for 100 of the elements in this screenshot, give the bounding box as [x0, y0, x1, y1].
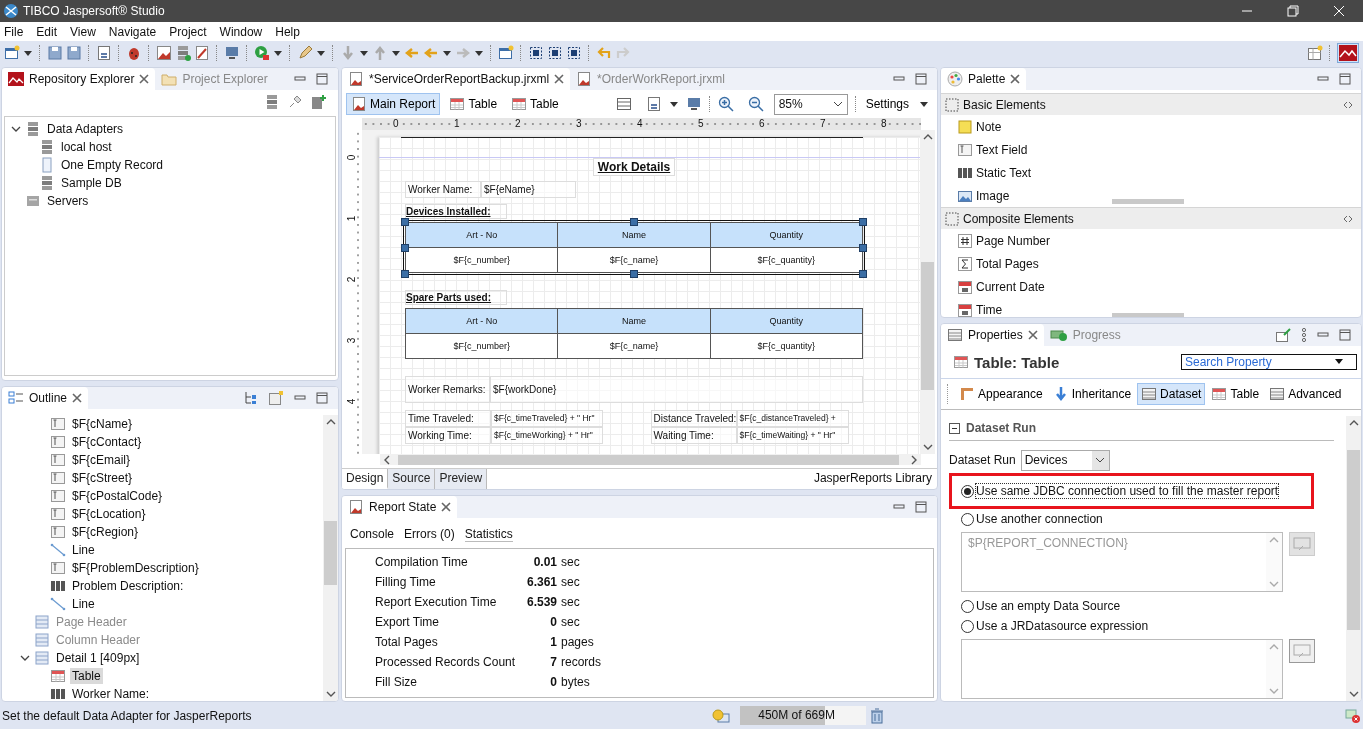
search-field[interactable]: Search Property: [1181, 354, 1357, 370]
monitor-icon[interactable]: [685, 96, 702, 112]
tree-item[interactable]: Data Adapters: [45, 121, 126, 137]
scroll-thumb[interactable]: [921, 262, 934, 390]
palette-item[interactable]: Static Text: [941, 161, 1361, 184]
text-field[interactable]: $F{c_distanceTraveled} +: [736, 410, 849, 427]
scroll-thumb[interactable]: [324, 521, 337, 585]
chevron-down-icon[interactable]: [832, 100, 843, 108]
error-log-icon[interactable]: [1345, 707, 1361, 724]
server-add-icon[interactable]: [310, 94, 326, 110]
outline-item[interactable]: Table: [70, 668, 103, 684]
section-tab[interactable]: Table: [1207, 383, 1264, 405]
static-text[interactable]: Working Time:: [405, 427, 491, 444]
section-heading[interactable]: Spare Parts used:: [405, 290, 507, 305]
menu-item[interactable]: View: [70, 24, 96, 39]
close-icon[interactable]: [554, 74, 565, 84]
section-heading[interactable]: Devices Installed:: [405, 204, 507, 219]
scroll-right-icon[interactable]: [909, 454, 919, 465]
outline-item[interactable]: $F{cName}: [70, 416, 135, 432]
editor-mode-tab[interactable]: Design: [342, 469, 389, 489]
close-icon[interactable]: [1010, 74, 1021, 84]
tree-view-icon[interactable]: [244, 391, 258, 405]
palette-group-header[interactable]: Basic Elements: [941, 93, 1361, 115]
tree-item[interactable]: Servers: [45, 193, 91, 209]
monitor-icon[interactable]: [224, 45, 240, 61]
maximize-icon[interactable]: [915, 73, 927, 85]
zoom-out-icon[interactable]: [747, 96, 764, 112]
chevron-down-icon[interactable]: [1095, 456, 1106, 464]
text-field[interactable]: $F{workDone}: [490, 376, 863, 403]
new-file-icon[interactable]: [4, 45, 20, 61]
outline-item[interactable]: $F{cPostalCode}: [70, 488, 165, 504]
drawer-handle[interactable]: [1112, 313, 1184, 317]
collapse-icon[interactable]: [949, 422, 960, 434]
palette-item[interactable]: Note: [941, 115, 1361, 138]
wand-icon[interactable]: [194, 45, 210, 61]
palette-item[interactable]: Image: [941, 184, 1361, 204]
bug-icon[interactable]: [126, 45, 142, 61]
radio-option[interactable]: Use another connection: [961, 509, 1342, 529]
view-button[interactable]: Table: [506, 93, 564, 115]
maximize-icon[interactable]: [316, 392, 328, 404]
view-button[interactable]: Main Report: [346, 93, 441, 115]
editor-mode-tab[interactable]: Source: [388, 469, 436, 489]
outline-item[interactable]: Worker Name:: [70, 686, 152, 701]
scroll-thumb[interactable]: [1347, 450, 1360, 630]
outline-item[interactable]: Detail 1 [409px]: [54, 650, 142, 666]
scrollbar[interactable]: [323, 415, 338, 701]
outline-item[interactable]: Line: [70, 542, 97, 558]
layout-icon[interactable]: [528, 45, 544, 61]
scroll-up-icon[interactable]: [1348, 418, 1359, 428]
static-text[interactable]: Worker Name:: [405, 181, 481, 198]
scrollbar[interactable]: [1346, 416, 1361, 701]
outline-item[interactable]: $F{cStreet}: [70, 470, 135, 486]
section-tab[interactable]: Inheritance: [1048, 383, 1136, 405]
layout-icon[interactable]: [566, 45, 582, 61]
text-field[interactable]: $F{c_timeWorking} + " Hr": [491, 427, 603, 444]
static-text[interactable]: Time Traveled:: [405, 410, 491, 427]
close-icon[interactable]: [1027, 330, 1038, 340]
memory-bar[interactable]: 450M of 669M: [740, 706, 867, 725]
scroll-up-icon[interactable]: [922, 132, 933, 142]
scroll-down-icon[interactable]: [325, 689, 336, 699]
zoom-combo[interactable]: 85%: [773, 93, 848, 115]
view-button[interactable]: Table: [444, 93, 503, 115]
pin-icon[interactable]: [1275, 327, 1291, 343]
caret-icon[interactable]: [1335, 359, 1343, 365]
outline-item[interactable]: Problem Description:: [70, 578, 186, 594]
scroll-down-icon[interactable]: [1348, 689, 1359, 699]
section-tab[interactable]: Advanced: [1265, 383, 1346, 405]
static-text[interactable]: Worker Remarks:: [405, 376, 490, 403]
layout-icon[interactable]: [547, 45, 563, 61]
radio-option[interactable]: Use an empty Data Source: [961, 596, 1342, 616]
maximize-icon[interactable]: [1339, 73, 1351, 85]
menu-item[interactable]: Navigate: [108, 24, 157, 39]
section-tab[interactable]: Appearance: [955, 383, 1047, 405]
view-tab[interactable]: Report State: [342, 496, 458, 518]
chevron-icon[interactable]: [20, 653, 30, 663]
palette-item[interactable]: Total Pages: [941, 252, 1361, 275]
text-field[interactable]: $F{c_timeTraveled} + " Hr": [491, 410, 603, 427]
scrollbar[interactable]: [920, 130, 935, 454]
close-icon[interactable]: [441, 502, 452, 512]
image-icon[interactable]: [156, 45, 172, 61]
console-tab[interactable]: Errors (0): [404, 527, 455, 542]
static-text[interactable]: Waiting Time:: [650, 427, 737, 444]
static-text[interactable]: Distance Traveled:: [650, 410, 737, 427]
binary-file-icon[interactable]: [96, 45, 112, 61]
scroll-down-icon[interactable]: [922, 442, 933, 452]
settings-button[interactable]: Settings: [863, 97, 931, 111]
binary-file-icon[interactable]: [645, 96, 662, 112]
report-table[interactable]: Art - No Name Quantity $F{c_number} $F{c_name} $F{c_quantity}: [405, 308, 863, 359]
run-icon[interactable]: [254, 45, 270, 61]
save-icon[interactable]: [47, 45, 63, 61]
view-tab[interactable]: Palette: [941, 68, 1027, 90]
palette-item[interactable]: Text Field: [941, 138, 1361, 161]
save-all-icon[interactable]: [66, 45, 82, 61]
database-icon[interactable]: [264, 94, 280, 110]
view-tab[interactable]: Outline: [2, 387, 89, 409]
plug-icon[interactable]: [287, 94, 303, 110]
outline-item[interactable]: $F{cEmail}: [70, 452, 133, 468]
radio-option[interactable]: Use same JDBC connection used to fill the master report: [961, 481, 1279, 501]
maximize-icon[interactable]: [1339, 329, 1351, 341]
editor-tab[interactable]: *ServiceOrderReportBackup.jrxml: [342, 68, 571, 90]
